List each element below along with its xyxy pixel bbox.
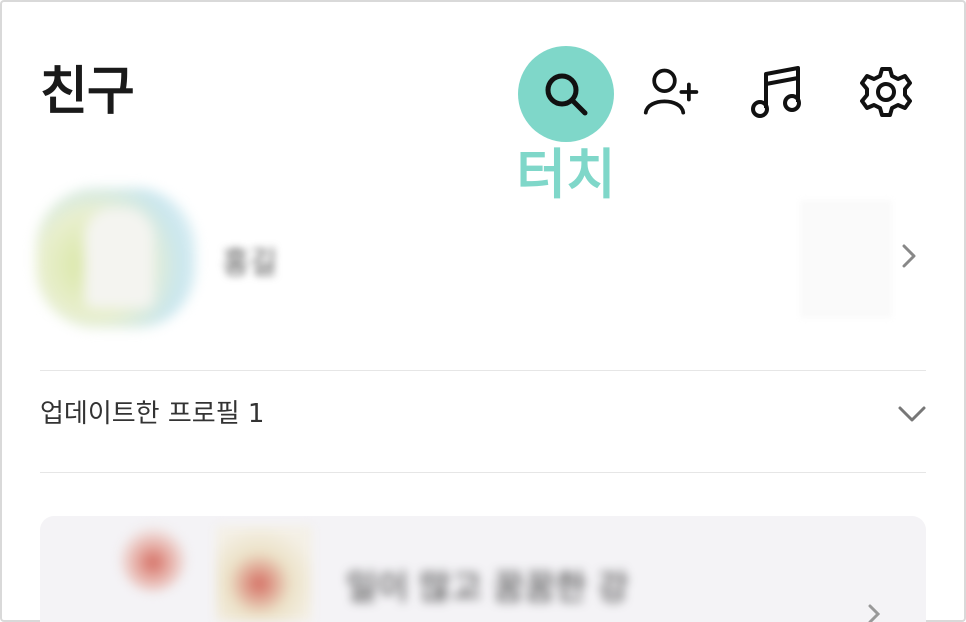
add-friend-button[interactable] (642, 62, 702, 122)
updated-profiles-label[interactable]: 업데이트한 프로필 1 (40, 396, 264, 432)
settings-icon (860, 67, 912, 117)
search-button[interactable] (536, 64, 596, 124)
friend-card-text: 일이 많고 꿈꿈한 강 (346, 568, 629, 608)
music-icon (751, 66, 801, 118)
search-icon (545, 73, 588, 116)
chevron-right-icon (868, 604, 881, 622)
divider (40, 472, 926, 473)
my-profile-open-button[interactable] (894, 236, 924, 276)
updated-profiles-toggle[interactable] (892, 398, 932, 432)
friend-card-chevron (862, 602, 886, 622)
my-profile-name[interactable]: 홍길 (222, 238, 277, 282)
page-title: 친구 (40, 62, 135, 122)
add-friend-icon (643, 68, 699, 115)
friend-avatar (120, 526, 186, 592)
my-profile-avatar[interactable] (36, 188, 196, 328)
divider (40, 370, 926, 371)
chevron-down-icon (898, 406, 926, 422)
profile-music-area (800, 200, 892, 318)
settings-button[interactable] (856, 62, 916, 122)
music-button[interactable] (748, 62, 808, 122)
chevron-right-icon (902, 244, 916, 268)
friend-birthday-card[interactable]: 일이 많고 꿈꿈한 강 (40, 516, 926, 622)
friend-thumbnail (216, 526, 312, 622)
touch-callout: 터치 (516, 143, 616, 206)
